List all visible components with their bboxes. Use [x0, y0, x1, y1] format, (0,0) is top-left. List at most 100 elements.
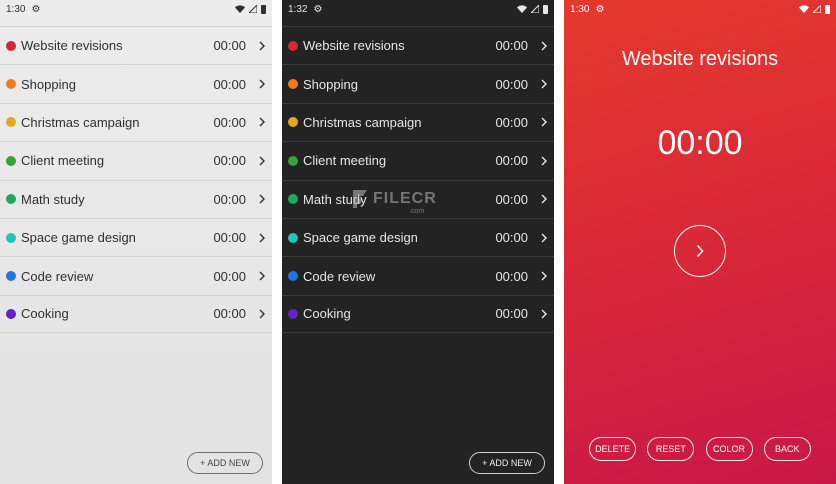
task-row[interactable]: Christmas campaign 00:00	[0, 102, 272, 141]
task-name: Space game design	[303, 230, 418, 246]
start-timer-button[interactable]	[674, 225, 726, 277]
task-color-dot	[6, 271, 16, 282]
task-color-dot	[288, 308, 298, 319]
reset-button[interactable]: RESET	[647, 437, 695, 461]
task-time: 00:00	[213, 153, 246, 169]
chevron-right-icon	[259, 156, 265, 166]
wifi-icon	[517, 5, 527, 13]
task-time: 00:00	[213, 306, 246, 322]
light-theme-screen: 1:30 ⚙ Website revisions 00:00 Shopping …	[0, 0, 272, 484]
wifi-icon	[235, 5, 245, 13]
status-time: 1:30	[6, 3, 26, 15]
task-time: 00:00	[213, 38, 246, 54]
chevron-right-icon	[259, 194, 265, 204]
task-name: Space game design	[21, 230, 136, 246]
status-bar: 1:30 ⚙	[0, 0, 272, 18]
task-name: Shopping	[21, 76, 76, 92]
task-color-dot	[6, 232, 16, 243]
chevron-right-icon	[541, 117, 547, 127]
task-time: 00:00	[495, 230, 528, 246]
task-color-dot	[288, 194, 298, 205]
task-row[interactable]: Cooking 00:00	[0, 294, 272, 334]
task-row[interactable]: Shopping 00:00	[0, 64, 272, 102]
task-row[interactable]: Code review 00:00	[0, 256, 272, 294]
task-row[interactable]: Space game design 00:00	[0, 217, 272, 256]
task-color-dot	[6, 40, 16, 51]
chevron-right-icon	[259, 41, 265, 51]
task-time: 00:00	[213, 230, 246, 246]
task-color-dot	[288, 40, 298, 51]
task-time: 00:00	[213, 191, 246, 207]
timer-display: 00:00	[657, 124, 743, 162]
chevron-right-icon	[541, 41, 547, 51]
chevron-right-icon	[259, 117, 265, 127]
signal-icon	[813, 5, 821, 13]
task-row[interactable]: Math study 00:00	[0, 179, 272, 218]
task-time: 00:00	[495, 114, 528, 130]
wifi-icon	[799, 5, 809, 13]
signal-icon	[531, 5, 539, 13]
task-row[interactable]: Math study 00:00	[282, 179, 554, 218]
chevron-right-icon	[541, 156, 547, 166]
task-time: 00:00	[495, 38, 528, 54]
task-row[interactable]: Code review 00:00	[282, 256, 554, 294]
chevron-right-icon	[696, 244, 704, 258]
battery-icon	[261, 4, 266, 14]
task-color-dot	[288, 155, 298, 166]
task-time: 00:00	[213, 76, 246, 92]
task-row[interactable]: Shopping 00:00	[282, 64, 554, 102]
delete-button[interactable]: DELETE	[589, 437, 637, 461]
add-new-button[interactable]: + ADD NEW	[469, 452, 545, 474]
task-color-dot	[288, 232, 298, 243]
task-time: 00:00	[495, 76, 528, 92]
task-time: 00:00	[495, 191, 528, 207]
task-name: Math study	[303, 191, 367, 207]
task-time: 00:00	[213, 114, 246, 130]
task-color-dot	[6, 117, 16, 128]
status-time: 1:30	[570, 3, 590, 15]
add-new-button[interactable]: + ADD NEW	[187, 452, 263, 474]
task-color-dot	[6, 308, 16, 319]
task-row[interactable]: Space game design 00:00	[282, 217, 554, 256]
task-row[interactable]: Client meeting 00:00	[282, 141, 554, 179]
dark-theme-screen: 1:32 ⚙ Website revisions 00:00 Shopping …	[282, 0, 554, 484]
task-time: 00:00	[495, 268, 528, 284]
task-row[interactable]: Cooking 00:00	[282, 294, 554, 334]
task-row[interactable]: Client meeting 00:00	[0, 141, 272, 179]
task-color-dot	[288, 271, 298, 282]
task-row[interactable]: Website revisions 00:00	[0, 26, 272, 64]
gear-icon: ⚙	[313, 3, 323, 15]
battery-icon	[825, 4, 830, 14]
chevron-right-icon	[259, 271, 265, 281]
task-color-dot	[288, 79, 298, 90]
task-row[interactable]: Christmas campaign 00:00	[282, 102, 554, 141]
timer-detail-screen: 1:30 ⚙ Website revisions 00:00 DELETE RE…	[564, 0, 836, 484]
signal-icon	[249, 5, 257, 13]
task-name: Code review	[21, 268, 94, 284]
action-bar: DELETE RESET COLOR BACK	[564, 437, 836, 461]
chevron-right-icon	[259, 309, 265, 319]
chevron-right-icon	[541, 233, 547, 243]
task-color-dot	[6, 155, 16, 166]
chevron-right-icon	[259, 233, 265, 243]
task-name: Math study	[21, 191, 85, 207]
gear-icon: ⚙	[595, 3, 605, 15]
task-color-dot	[6, 194, 16, 205]
back-button[interactable]: BACK	[763, 437, 811, 461]
task-name: Code review	[303, 268, 376, 284]
task-row[interactable]: Website revisions 00:00	[282, 26, 554, 64]
task-name: Shopping	[303, 76, 358, 92]
status-bar: 1:30 ⚙	[564, 0, 836, 18]
battery-icon	[543, 4, 548, 14]
color-button[interactable]: COLOR	[705, 437, 753, 461]
chevron-right-icon	[259, 79, 265, 89]
task-name: Client meeting	[303, 153, 387, 169]
task-name: Client meeting	[21, 153, 105, 169]
chevron-right-icon	[541, 309, 547, 319]
task-name: Christmas campaign	[21, 114, 140, 130]
timer-title: Website revisions	[621, 48, 779, 70]
chevron-right-icon	[541, 271, 547, 281]
status-bar: 1:32 ⚙	[282, 0, 554, 18]
task-name: Cooking	[303, 306, 351, 322]
task-name: Website revisions	[21, 38, 123, 54]
